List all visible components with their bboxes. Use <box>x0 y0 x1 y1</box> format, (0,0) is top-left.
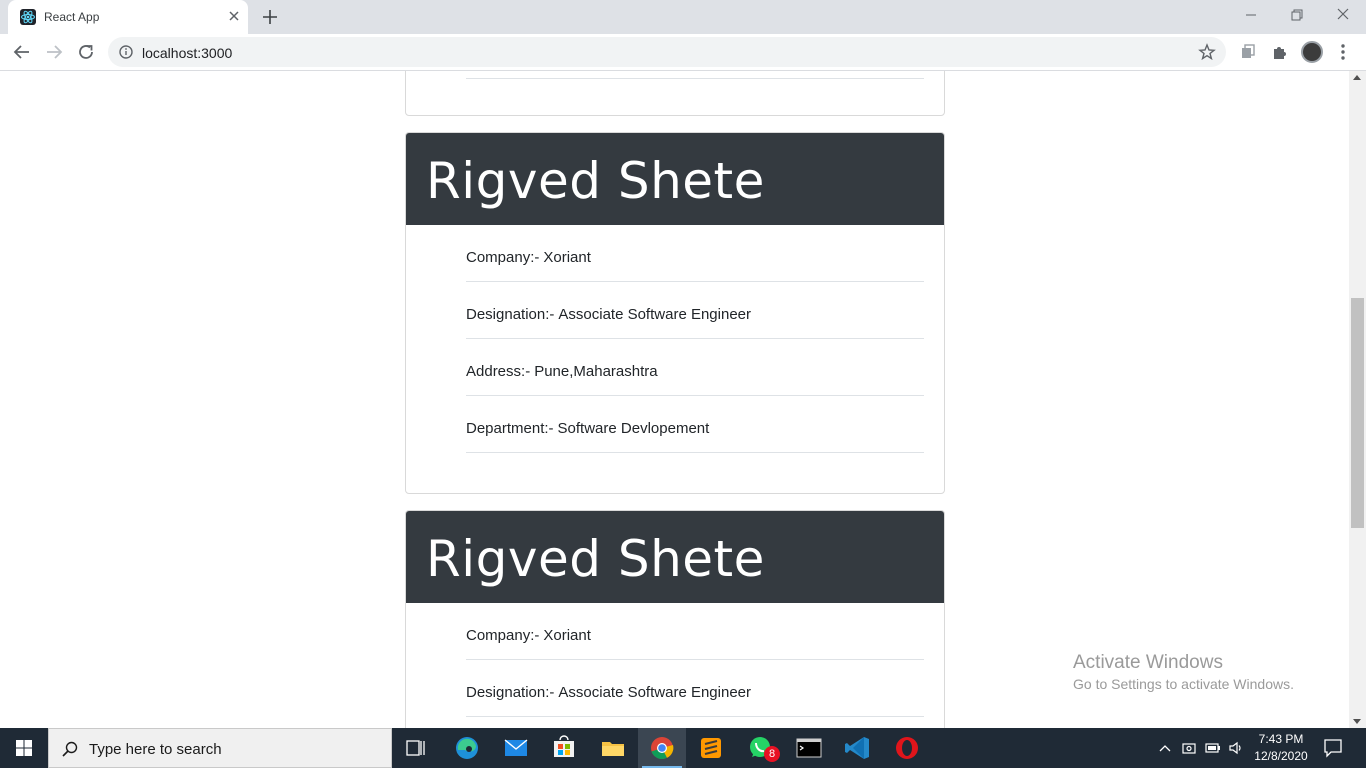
volume-icon[interactable] <box>1228 740 1244 756</box>
department-value: Software Devlopement <box>557 420 710 437</box>
vscode-icon[interactable] <box>834 728 882 768</box>
tab-title: React App <box>44 10 100 24</box>
card-details-list: Company:- Xoriant Designation:- Associate … <box>406 603 944 717</box>
card-row-company: Company:- Xoriant <box>466 225 924 282</box>
microsoft-store-icon[interactable] <box>540 728 588 768</box>
scrollbar-thumb[interactable] <box>1351 298 1364 528</box>
tab-react-app[interactable]: React App <box>8 0 248 34</box>
react-favicon-icon <box>20 9 36 25</box>
card-details-list: Company:- Xoriant Designation:- Associate … <box>406 225 944 453</box>
new-tab-plus-icon[interactable] <box>260 7 280 27</box>
reload-icon[interactable] <box>76 42 96 62</box>
url-text[interactable]: localhost:3000 <box>142 45 232 61</box>
page-viewport: Rigved Shete Company:- Xoriant Designatio… <box>0 71 1349 728</box>
close-window-icon[interactable] <box>1320 0 1366 30</box>
page-scrollbar[interactable] <box>1349 71 1366 728</box>
forward-arrow-icon[interactable] <box>44 42 64 62</box>
terminal-icon[interactable] <box>785 728 833 768</box>
taskbar-clock[interactable]: 7:43 PM 12/8/2020 <box>1248 731 1314 765</box>
clock-date: 12/8/2020 <box>1254 749 1308 763</box>
extensions-puzzle-icon[interactable] <box>1270 42 1290 62</box>
clock-time: 7:43 PM <box>1258 732 1304 746</box>
minimize-window-icon[interactable] <box>1228 0 1274 30</box>
department-label: Department:- <box>466 420 554 437</box>
edge-browser-icon[interactable] <box>443 728 491 768</box>
tab-search-icon[interactable] <box>1238 42 1258 62</box>
designation-value: Associate Software Engineer <box>558 306 751 323</box>
employee-name: Rigved Shete <box>426 152 765 210</box>
mail-icon[interactable] <box>492 728 540 768</box>
designation-label: Designation:- <box>466 684 555 701</box>
card-row-address: Address:- Pune,Maharashtra <box>466 339 924 396</box>
activate-windows-title: Activate Windows <box>1073 652 1223 673</box>
company-label: Company:- <box>466 627 540 644</box>
card-row-divider <box>466 78 924 79</box>
profile-avatar[interactable] <box>1301 41 1323 63</box>
show-hidden-icons-chevron-icon[interactable] <box>1157 740 1173 756</box>
close-tab-icon[interactable] <box>226 8 242 24</box>
action-center-icon[interactable] <box>1322 738 1344 758</box>
meet-now-icon[interactable] <box>1181 740 1197 756</box>
company-value: Xoriant <box>543 627 591 644</box>
site-info-icon[interactable] <box>118 44 134 60</box>
bookmark-star-icon[interactable] <box>1198 43 1216 61</box>
employee-card: Rigved Shete Company:- Xoriant Designatio… <box>405 132 945 494</box>
search-icon <box>61 740 79 758</box>
card-header: Rigved Shete <box>406 133 944 225</box>
browser-tab-strip: React App <box>0 0 1366 34</box>
more-menu-icon[interactable] <box>1340 42 1346 62</box>
search-placeholder: Type here to search <box>89 741 222 758</box>
address-value: Pune,Maharashtra <box>534 363 658 380</box>
taskbar-search-box[interactable]: Type here to search <box>48 728 392 768</box>
battery-icon[interactable] <box>1205 740 1221 756</box>
card-row-company: Company:- Xoriant <box>466 603 924 660</box>
employee-card: Rigved Shete Company:- Xoriant Designatio… <box>405 510 945 728</box>
whatsapp-icon[interactable]: 8 <box>736 728 784 768</box>
scroll-up-arrow-icon[interactable] <box>1353 75 1361 80</box>
sublime-text-icon[interactable] <box>687 728 735 768</box>
card-header: Rigved Shete <box>406 511 944 603</box>
designation-value: Associate Software Engineer <box>558 684 751 701</box>
back-arrow-icon[interactable] <box>12 42 32 62</box>
whatsapp-notification-badge: 8 <box>764 746 780 762</box>
activate-windows-subtitle: Go to Settings to activate Windows. <box>1073 676 1294 692</box>
designation-label: Designation:- <box>466 306 555 323</box>
address-bar[interactable]: localhost:3000 <box>108 37 1226 67</box>
scroll-down-arrow-icon[interactable] <box>1353 719 1361 724</box>
company-label: Company:- <box>466 249 540 266</box>
windows-start-icon[interactable] <box>0 728 48 768</box>
file-explorer-icon[interactable] <box>589 728 637 768</box>
task-view-icon[interactable] <box>392 728 440 768</box>
card-row-designation: Designation:- Associate Software Engineer <box>466 660 924 717</box>
opera-icon[interactable] <box>883 728 931 768</box>
windows-taskbar: Type here to search 8 7:43 PM 12/8/2020 <box>0 728 1366 768</box>
card-row-department: Department:- Software Devlopement <box>466 396 924 453</box>
address-label: Address:- <box>466 363 531 380</box>
chrome-icon[interactable] <box>638 728 686 768</box>
employee-name: Rigved Shete <box>426 530 765 588</box>
card-row-designation: Designation:- Associate Software Engineer <box>466 282 924 339</box>
company-value: Xoriant <box>543 249 591 266</box>
previous-card <box>405 71 945 116</box>
restore-window-icon[interactable] <box>1274 0 1320 30</box>
browser-toolbar: localhost:3000 <box>0 34 1366 71</box>
